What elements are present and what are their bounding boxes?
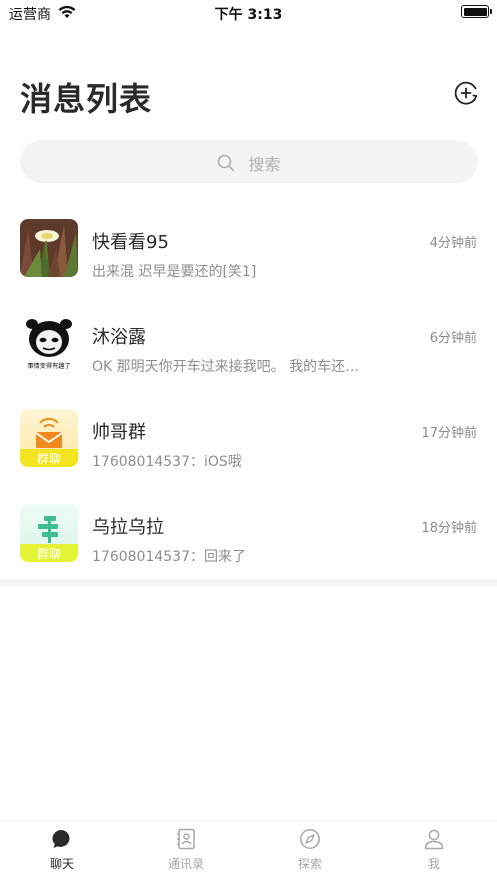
avatar-caption: 事情变得有趣了 [27,362,70,370]
conversation-name: 帅哥群 [92,422,146,443]
avatar: 群聊 [20,504,78,562]
conversation-name: 乌拉乌拉 [92,517,164,538]
page-title: 消息列表 [20,80,153,118]
conversation-preview: 出来混 迟早是要还的[笑1] [92,264,257,280]
status-time: 下午 3:13 [214,7,283,23]
conversation-time: 18分钟前 [421,521,477,536]
compass-icon [300,829,320,849]
tab-explore[interactable]: 探索 [248,821,372,883]
search-icon [218,154,235,172]
avatar-caption: 群聊 [37,452,61,466]
search-placeholder: 搜索 [248,155,281,174]
chat-bubble-icon [52,829,70,848]
tab-label: 通讯录 [167,857,204,871]
flower-photo [20,219,78,277]
conversation-row[interactable]: 群聊 乌拉乌拉 18分钟前 17608014537：回来了 [0,485,497,590]
search-input[interactable]: 搜索 [20,140,478,183]
avatar [20,219,78,277]
person-icon [424,829,444,850]
avatar-caption: 群聊 [37,547,61,561]
panda-meme: 事情变得有趣了 [20,314,78,372]
add-circle-icon[interactable] [453,80,479,106]
conversation-time: 4分钟前 [429,236,477,251]
tab-label: 我 [427,857,440,871]
contacts-icon [177,828,195,850]
tab-contacts[interactable]: 通讯录 [124,821,248,883]
conversation-row[interactable]: 快看看95 4分钟前 出来混 迟早是要还的[笑1] [0,200,497,305]
battery-level [463,7,487,16]
conversation-row[interactable]: 群聊 帅哥群 17分钟前 17608014537：iOS哦 [0,390,497,495]
conversation-preview: OK 那明天你开车过来接我吧。 我的车还… [92,359,360,375]
conversation-name: 快看看95 [92,232,169,253]
tab-label: 探索 [297,857,322,871]
conversation-name: 沐浴露 [92,327,146,348]
conversation-preview: 17608014537：回来了 [92,549,246,565]
conversation-preview: 17608014537：iOS哦 [92,454,242,470]
conversation-row[interactable]: 事情变得有趣了 沐浴露 6分钟前 OK 那明天你开车过来接我吧。 我的车还… [0,295,497,400]
avatar: 群聊 [20,409,78,467]
group-mail-avatar: 群聊 [20,409,78,467]
conversation-time: 17分钟前 [421,426,477,441]
tab-label: 聊天 [49,857,74,871]
group-tree-avatar: 群聊 [20,504,78,562]
status-bar: 运营商 下午 3:13 [0,0,497,26]
avatar: 事情变得有趣了 [20,314,78,372]
tab-me[interactable]: 我 [372,821,496,883]
tab-chat[interactable]: 聊天 [0,821,124,883]
search-inner: 搜索 [20,151,478,175]
battery-icon [461,5,492,18]
tab-bar: 聊天 通讯录 探索 我 [0,820,497,883]
conversation-time: 6分钟前 [429,331,477,346]
